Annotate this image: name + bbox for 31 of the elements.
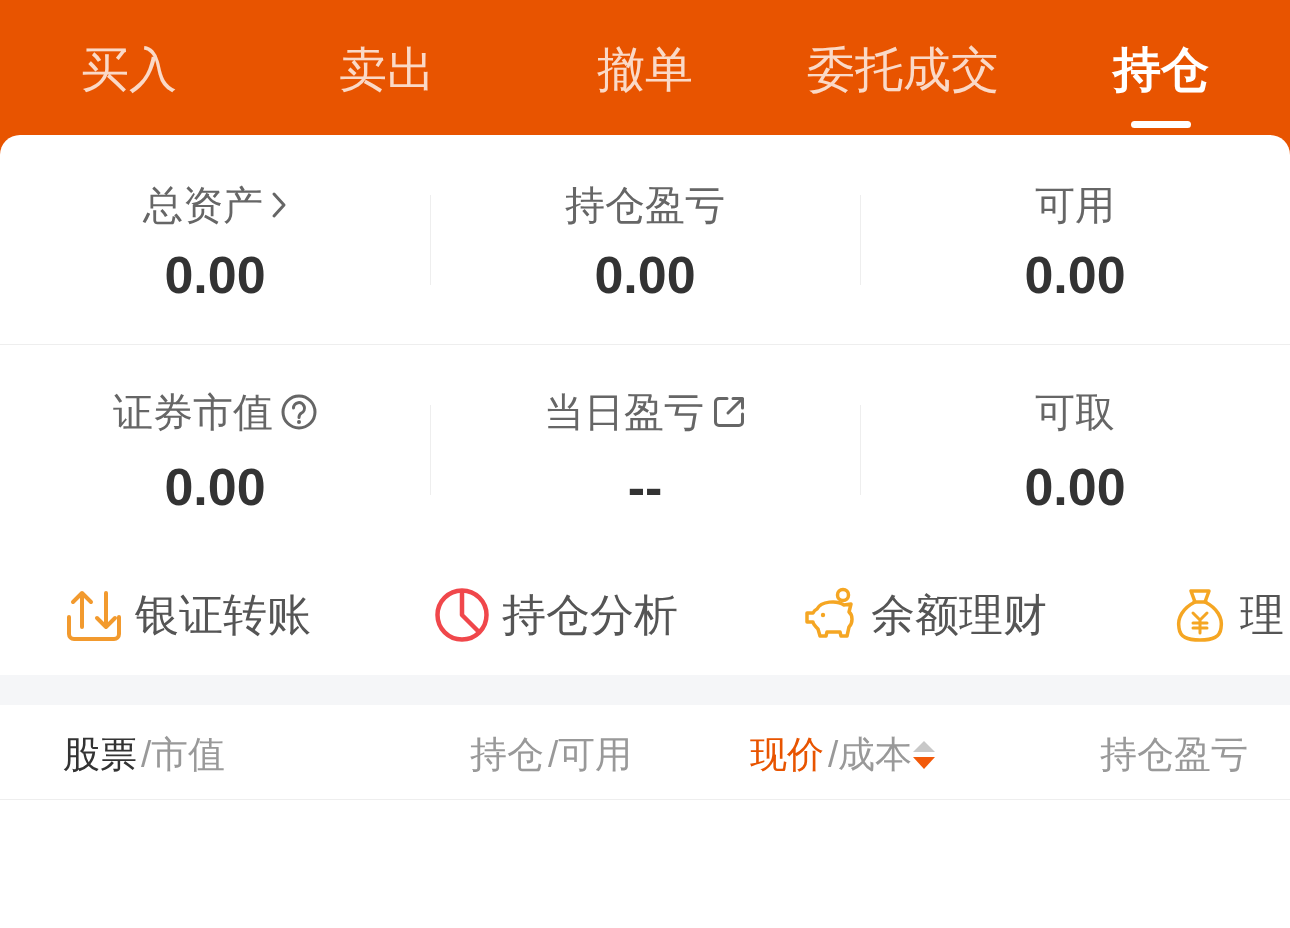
chevron-right-icon xyxy=(271,191,287,219)
stat-value: -- xyxy=(627,457,663,517)
shortcut-button[interactable]: 余额理财 xyxy=(803,587,1047,643)
stat-label: 证券市值 xyxy=(113,389,273,436)
shortcut-button[interactable]: 银证转账 xyxy=(65,587,311,643)
tab[interactable]: 卖出 xyxy=(337,42,437,98)
stat-label: 可取 xyxy=(1035,389,1115,436)
stat-label: 持仓盈亏 xyxy=(565,182,725,229)
sort-icon[interactable] xyxy=(912,739,937,771)
stat-value: 0.00 xyxy=(164,457,266,517)
stat-label: 可用 xyxy=(1035,182,1115,229)
tab[interactable]: 持仓 xyxy=(1111,42,1211,98)
shortcut-button[interactable]: 理 xyxy=(1172,587,1284,643)
stat-value: 0.00 xyxy=(1024,457,1126,517)
external-link-icon xyxy=(712,395,746,429)
help-icon xyxy=(281,394,317,430)
column-subtitle: /市值 xyxy=(140,733,226,777)
stat-label: 当日盈亏 xyxy=(544,389,704,436)
stat-label: 总资产 xyxy=(143,182,263,229)
column-title: 持仓 xyxy=(470,733,544,777)
stat-value: 0.00 xyxy=(594,245,696,305)
tab[interactable]: 委托成交 xyxy=(805,42,1001,98)
column-subtitle: /可用 xyxy=(547,733,633,777)
column-title: 持仓盈亏 xyxy=(1100,733,1248,777)
stat-value: 0.00 xyxy=(1024,245,1126,305)
shortcut-button[interactable]: 持仓分析 xyxy=(434,587,678,643)
stat-value: 0.00 xyxy=(164,245,266,305)
tab[interactable]: 撤单 xyxy=(595,42,695,98)
column-title: 股票 xyxy=(63,733,137,777)
pie-chart-icon xyxy=(434,587,490,643)
tab[interactable]: 买入 xyxy=(79,42,179,98)
